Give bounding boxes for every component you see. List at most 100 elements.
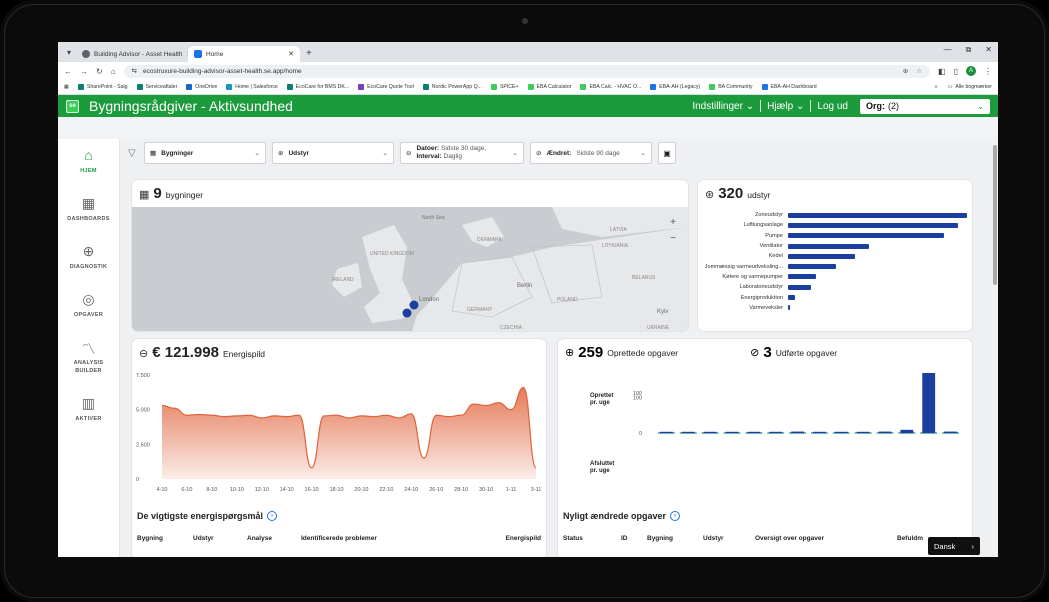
equipment-bar-row[interactable]: Kedel [698, 251, 972, 261]
info-icon[interactable]: › [267, 511, 278, 521]
org-select[interactable]: Org: (2) ⌄ [860, 98, 990, 114]
equipment-filter[interactable]: ⊛ Udstyr ⌄ [272, 142, 394, 164]
column-header[interactable]: Identificerede problemer [301, 535, 501, 542]
column-header[interactable]: Status [563, 535, 621, 542]
bookmark-icon [580, 84, 587, 90]
profile-avatar[interactable]: A [966, 66, 976, 76]
restore-icon[interactable]: ⧉ [966, 45, 972, 55]
bookmark[interactable]: Home | Salesforce [226, 84, 278, 90]
forward-icon[interactable]: → [80, 67, 88, 76]
close-window-icon[interactable]: ✕ [985, 45, 992, 55]
bookmark[interactable]: Serviceaftaler [136, 84, 177, 90]
equipment-bar[interactable] [788, 284, 811, 290]
sidebar-item-assets[interactable]: ▥ AKTIVER [58, 395, 119, 443]
help-menu[interactable]: Hjælp ⌄ [767, 101, 804, 112]
equipment-bar[interactable] [788, 305, 791, 311]
page-scrollbar[interactable] [992, 139, 998, 557]
column-header[interactable]: Bygning [137, 535, 193, 542]
equipment-bar-row[interactable]: Energiproduktion [698, 292, 972, 302]
equipment-card: ⊛ 320 udstyr Zoneudstyr Luftiungsanlage Pu… [698, 180, 972, 331]
bookmark[interactable]: EBA Calc. - HVAC O... [580, 84, 641, 90]
extensions-icon[interactable]: ◧ [938, 67, 946, 76]
sidebar-item-tasks[interactable]: ◎ OPGAVER [58, 291, 119, 339]
equipment-bar-row[interactable]: Ventilator [698, 241, 972, 251]
back-icon[interactable]: ← [64, 67, 72, 76]
more-bookmarks-button[interactable]: » [935, 84, 938, 90]
bookmark[interactable]: BA Community [709, 84, 753, 90]
x-tick-label: 6-10 [181, 487, 192, 493]
logout-link[interactable]: Log ud [817, 101, 848, 112]
info-icon[interactable]: › [670, 511, 681, 521]
dates-filter[interactable]: ⊖ Datoer: Sidste 30 dage, Interval: Dagl… [400, 142, 524, 164]
close-tab-icon[interactable]: ✕ [288, 50, 294, 58]
changed-filter[interactable]: ⊘ Ændret: Sidste 90 dage ⌄ [530, 142, 652, 164]
browser-menu-icon[interactable]: ⋮ [984, 67, 992, 76]
column-header[interactable]: Oversigt over opgaver [755, 535, 897, 542]
apps-grid-icon[interactable]: ▦ [64, 84, 69, 90]
bookmark[interactable]: SPICE+ [490, 84, 519, 90]
bookmark[interactable]: EBA-AH Dashboard [761, 84, 817, 90]
column-header[interactable]: Udstyr [193, 535, 247, 542]
minimize-icon[interactable]: — [944, 45, 952, 55]
save-filter-button[interactable]: ▣ [658, 142, 676, 164]
equipment-bar[interactable] [788, 243, 869, 249]
equipment-bar-row[interactable]: Pumpe [698, 231, 972, 241]
site-info-icon[interactable]: ⇆ [132, 67, 137, 75]
zoom-out-button[interactable]: − [666, 231, 680, 247]
bookmark[interactable]: EBA Calculator [527, 84, 571, 90]
side-panel-icon[interactable]: ▯ [954, 67, 958, 76]
column-header[interactable]: Energispild [501, 535, 541, 542]
bookmark[interactable]: EBA-AH (Legacy) [650, 84, 700, 90]
column-header[interactable]: Bygning [647, 535, 703, 542]
divider [760, 100, 762, 112]
bookmark[interactable]: OneDrive [186, 84, 217, 90]
chevron-right-icon: › [971, 541, 975, 551]
sidebar-item-diagnostics[interactable]: ⊕ DIAGNOSTIK [58, 243, 119, 291]
equipment-bar-row[interactable]: Luftiungsanlage [698, 220, 972, 230]
building-marker[interactable] [409, 300, 419, 310]
bookmark-star-icon[interactable]: ☆ [916, 67, 922, 75]
equipment-bar[interactable] [788, 253, 855, 259]
bookmark[interactable]: Nordic PowerApp Q... [422, 84, 482, 90]
settings-menu[interactable]: Indstillinger ⌄ [692, 101, 754, 112]
sidebar-item-dashboards[interactable]: ▦ DASHBOARDS [58, 195, 119, 243]
bookmark[interactable]: EcoCare Quote Tool [358, 84, 414, 90]
bookmark[interactable]: SharePoint - Salg [77, 84, 128, 90]
equipment-bar-row[interactable]: Jommæssig varmeudveksling... [698, 261, 972, 271]
column-header[interactable]: Analyse [247, 535, 301, 542]
column-header[interactable]: ID [621, 535, 647, 542]
sidebar-item-analysis-builder[interactable]: 〽 ANALYSIS BUILDER [58, 339, 119, 395]
sidebar-item-home[interactable]: ⌂ HJEM [58, 147, 119, 195]
equipment-bar[interactable] [788, 295, 795, 301]
created-tasks-unit: Oprettede opgaver [607, 347, 679, 358]
equipment-bar-label: Zoneudstyr [755, 212, 783, 219]
equipment-bar[interactable] [788, 264, 837, 270]
reload-icon[interactable]: ↻ [96, 67, 103, 76]
zoom-in-button[interactable]: + [666, 215, 680, 231]
equipment-bar[interactable] [788, 212, 968, 218]
browser-tab-asset-health[interactable]: Building Advisor - Asset Health ✕ [76, 46, 188, 62]
new-tab-icon[interactable]: + [306, 48, 312, 59]
equipment-bar-row[interactable]: Laboratorieudstyr [698, 282, 972, 292]
language-selector[interactable]: Dansk › [928, 537, 980, 555]
tab-search-icon[interactable]: ▾ [62, 45, 76, 59]
building-marker[interactable] [402, 308, 412, 318]
bookmark[interactable]: EcoCare for BMS DK... [286, 84, 349, 90]
tasks-icon: ◎ [82, 291, 95, 307]
browser-tab-home[interactable]: Home ✕ [188, 46, 300, 62]
scrollbar-thumb[interactable] [993, 145, 997, 285]
equipment-bar-row[interactable]: Køtere og varmepumper [698, 272, 972, 282]
equipment-bar[interactable] [788, 233, 945, 239]
equipment-bar[interactable] [788, 274, 816, 280]
column-header[interactable]: Udstyr [703, 535, 755, 542]
se-logo[interactable]: se [66, 99, 79, 113]
equipment-bar-row[interactable]: Varmeveksler [698, 303, 972, 313]
zoom-icon[interactable]: ⊕ [903, 67, 908, 75]
all-bookmarks-button[interactable]: ▭ Alle bogmærker [947, 84, 992, 90]
home-browser-icon[interactable]: ⌂ [111, 67, 116, 76]
equipment-bar-row[interactable]: Zoneudstyr [698, 210, 972, 220]
buildings-map[interactable]: North Sea DENMARK LATVIA LITHUANIA UNITE… [132, 207, 688, 331]
equipment-bar[interactable] [788, 222, 959, 228]
buildings-filter[interactable]: ▦ Bygninger ⌄ [144, 142, 266, 164]
url-field[interactable]: ⇆ ecostruxure-building-advisor-asset-hea… [123, 64, 931, 78]
